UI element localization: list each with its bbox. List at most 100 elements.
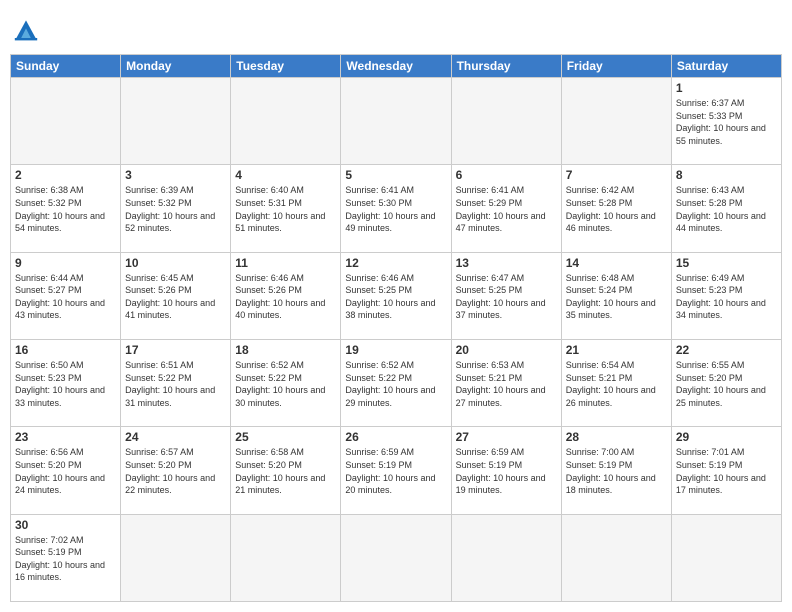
col-sunday: Sunday — [11, 55, 121, 78]
day-number: 28 — [566, 430, 667, 444]
calendar-day-cell: 17 Sunrise: 6:51 AM Sunset: 5:22 PM Dayli… — [121, 339, 231, 426]
day-info: Sunrise: 6:46 AM Sunset: 5:26 PM Dayligh… — [235, 272, 336, 322]
day-info: Sunrise: 6:41 AM Sunset: 5:29 PM Dayligh… — [456, 184, 557, 234]
calendar-day-cell: 21 Sunrise: 6:54 AM Sunset: 5:21 PM Dayli… — [561, 339, 671, 426]
calendar-week-row: 16Sunrise: 6:50 AM Sunset: 5:23 PM Dayli… — [11, 339, 782, 426]
day-number: 11 — [235, 256, 336, 270]
day-info: Sunrise: 6:43 AM Sunset: 5:28 PM Dayligh… — [676, 184, 777, 234]
day-info: Sunrise: 6:47 AM Sunset: 5:25 PM Dayligh… — [456, 272, 557, 322]
day-number: 25 — [235, 430, 336, 444]
day-info: Sunrise: 6:54 AM Sunset: 5:21 PM Dayligh… — [566, 359, 667, 409]
day-info: Sunrise: 6:49 AM Sunset: 5:23 PM Dayligh… — [676, 272, 777, 322]
calendar-day-cell: 24Sunrise: 6:57 AM Sunset: 5:20 PM Dayli… — [121, 427, 231, 514]
day-number: 30 — [15, 518, 116, 532]
day-info: Sunrise: 6:52 AM Sunset: 5:22 PM Dayligh… — [345, 359, 446, 409]
calendar-day-cell: 15Sunrise: 6:49 AM Sunset: 5:23 PM Dayli… — [671, 252, 781, 339]
calendar-day-cell: 11 Sunrise: 6:46 AM Sunset: 5:26 PM Dayli… — [231, 252, 341, 339]
calendar-day-cell — [341, 78, 451, 165]
day-number: 4 — [235, 168, 336, 182]
calendar-day-cell: 8 Sunrise: 6:43 AM Sunset: 5:28 PM Daylig… — [671, 165, 781, 252]
calendar-week-row: 30 Sunrise: 7:02 AM Sunset: 5:19 PM Dayli… — [11, 514, 782, 601]
day-info: Sunrise: 6:45 AM Sunset: 5:26 PM Dayligh… — [125, 272, 226, 322]
day-info: Sunrise: 6:37 AM Sunset: 5:33 PM Dayligh… — [676, 97, 777, 147]
day-info: Sunrise: 6:40 AM Sunset: 5:31 PM Dayligh… — [235, 184, 336, 234]
day-info: Sunrise: 6:59 AM Sunset: 5:19 PM Dayligh… — [456, 446, 557, 496]
calendar-day-cell: 27 Sunrise: 6:59 AM Sunset: 5:19 PM Dayli… — [451, 427, 561, 514]
day-number: 10 — [125, 256, 226, 270]
day-number: 20 — [456, 343, 557, 357]
calendar-week-row: 23 Sunrise: 6:56 AM Sunset: 5:20 PM Dayli… — [11, 427, 782, 514]
calendar-day-cell: 3Sunrise: 6:39 AM Sunset: 5:32 PM Daylig… — [121, 165, 231, 252]
calendar-day-cell — [671, 514, 781, 601]
calendar-day-cell: 22 Sunrise: 6:55 AM Sunset: 5:20 PM Dayli… — [671, 339, 781, 426]
day-info: Sunrise: 6:38 AM Sunset: 5:32 PM Dayligh… — [15, 184, 116, 234]
day-number: 9 — [15, 256, 116, 270]
calendar-day-cell: 5Sunrise: 6:41 AM Sunset: 5:30 PM Daylig… — [341, 165, 451, 252]
day-number: 14 — [566, 256, 667, 270]
day-number: 23 — [15, 430, 116, 444]
col-thursday: Thursday — [451, 55, 561, 78]
header — [10, 10, 782, 46]
day-number: 19 — [345, 343, 446, 357]
day-info: Sunrise: 6:59 AM Sunset: 5:19 PM Dayligh… — [345, 446, 446, 496]
calendar-day-cell — [11, 78, 121, 165]
calendar-day-cell: 6 Sunrise: 6:41 AM Sunset: 5:29 PM Daylig… — [451, 165, 561, 252]
calendar-week-row: 2Sunrise: 6:38 AM Sunset: 5:32 PM Daylig… — [11, 165, 782, 252]
calendar-day-cell — [121, 78, 231, 165]
day-number: 26 — [345, 430, 446, 444]
calendar-day-cell — [451, 78, 561, 165]
day-info: Sunrise: 6:39 AM Sunset: 5:32 PM Dayligh… — [125, 184, 226, 234]
day-info: Sunrise: 6:50 AM Sunset: 5:23 PM Dayligh… — [15, 359, 116, 409]
col-monday: Monday — [121, 55, 231, 78]
calendar-day-cell: 12 Sunrise: 6:46 AM Sunset: 5:25 PM Dayli… — [341, 252, 451, 339]
calendar-day-cell: 25Sunrise: 6:58 AM Sunset: 5:20 PM Dayli… — [231, 427, 341, 514]
calendar-week-row: 1 Sunrise: 6:37 AM Sunset: 5:33 PM Daylig… — [11, 78, 782, 165]
col-tuesday: Tuesday — [231, 55, 341, 78]
day-info: Sunrise: 6:51 AM Sunset: 5:22 PM Dayligh… — [125, 359, 226, 409]
day-info: Sunrise: 6:46 AM Sunset: 5:25 PM Dayligh… — [345, 272, 446, 322]
day-info: Sunrise: 7:01 AM Sunset: 5:19 PM Dayligh… — [676, 446, 777, 496]
day-number: 29 — [676, 430, 777, 444]
calendar-day-cell: 18 Sunrise: 6:52 AM Sunset: 5:22 PM Dayli… — [231, 339, 341, 426]
day-info: Sunrise: 6:48 AM Sunset: 5:24 PM Dayligh… — [566, 272, 667, 322]
day-info: Sunrise: 6:52 AM Sunset: 5:22 PM Dayligh… — [235, 359, 336, 409]
day-number: 22 — [676, 343, 777, 357]
calendar-day-cell: 14 Sunrise: 6:48 AM Sunset: 5:24 PM Dayli… — [561, 252, 671, 339]
day-number: 8 — [676, 168, 777, 182]
page: Sunday Monday Tuesday Wednesday Thursday… — [0, 0, 792, 612]
day-number: 1 — [676, 81, 777, 95]
calendar-day-cell: 23 Sunrise: 6:56 AM Sunset: 5:20 PM Dayli… — [11, 427, 121, 514]
day-number: 6 — [456, 168, 557, 182]
day-info: Sunrise: 7:00 AM Sunset: 5:19 PM Dayligh… — [566, 446, 667, 496]
calendar-day-cell: 26 Sunrise: 6:59 AM Sunset: 5:19 PM Dayli… — [341, 427, 451, 514]
day-number: 18 — [235, 343, 336, 357]
calendar-day-cell: 9 Sunrise: 6:44 AM Sunset: 5:27 PM Daylig… — [11, 252, 121, 339]
calendar-day-cell: 7Sunrise: 6:42 AM Sunset: 5:28 PM Daylig… — [561, 165, 671, 252]
calendar-day-cell: 16Sunrise: 6:50 AM Sunset: 5:23 PM Dayli… — [11, 339, 121, 426]
calendar-day-cell — [231, 78, 341, 165]
calendar-day-cell: 13 Sunrise: 6:47 AM Sunset: 5:25 PM Dayli… — [451, 252, 561, 339]
day-number: 27 — [456, 430, 557, 444]
day-info: Sunrise: 6:55 AM Sunset: 5:20 PM Dayligh… — [676, 359, 777, 409]
calendar-day-cell: 28 Sunrise: 7:00 AM Sunset: 5:19 PM Dayli… — [561, 427, 671, 514]
col-saturday: Saturday — [671, 55, 781, 78]
day-info: Sunrise: 6:44 AM Sunset: 5:27 PM Dayligh… — [15, 272, 116, 322]
calendar-day-cell — [561, 78, 671, 165]
day-number: 17 — [125, 343, 226, 357]
day-info: Sunrise: 6:56 AM Sunset: 5:20 PM Dayligh… — [15, 446, 116, 496]
calendar-day-cell — [451, 514, 561, 601]
day-info: Sunrise: 6:53 AM Sunset: 5:21 PM Dayligh… — [456, 359, 557, 409]
day-number: 13 — [456, 256, 557, 270]
day-info: Sunrise: 6:42 AM Sunset: 5:28 PM Dayligh… — [566, 184, 667, 234]
calendar-day-cell: 1 Sunrise: 6:37 AM Sunset: 5:33 PM Daylig… — [671, 78, 781, 165]
day-number: 12 — [345, 256, 446, 270]
calendar-day-cell: 20 Sunrise: 6:53 AM Sunset: 5:21 PM Dayli… — [451, 339, 561, 426]
col-friday: Friday — [561, 55, 671, 78]
col-wednesday: Wednesday — [341, 55, 451, 78]
calendar-day-cell: 29 Sunrise: 7:01 AM Sunset: 5:19 PM Dayli… — [671, 427, 781, 514]
day-info: Sunrise: 7:02 AM Sunset: 5:19 PM Dayligh… — [15, 534, 116, 584]
calendar-day-cell: 10 Sunrise: 6:45 AM Sunset: 5:26 PM Dayli… — [121, 252, 231, 339]
day-number: 21 — [566, 343, 667, 357]
logo — [10, 10, 46, 46]
day-info: Sunrise: 6:57 AM Sunset: 5:20 PM Dayligh… — [125, 446, 226, 496]
